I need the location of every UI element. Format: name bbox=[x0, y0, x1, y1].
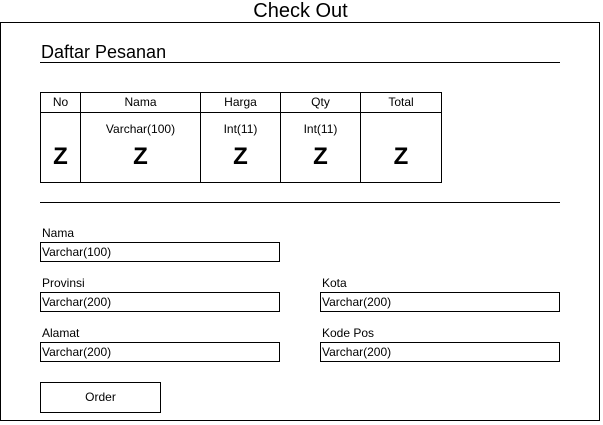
cell-placeholder-mark: Z bbox=[53, 143, 68, 170]
section-divider bbox=[40, 202, 560, 203]
order-button[interactable]: Order bbox=[40, 382, 161, 413]
kode-pos-label: Kode Pos bbox=[322, 326, 375, 340]
kota-input[interactable]: Varchar(200) bbox=[320, 292, 560, 312]
column-header-total: Total bbox=[360, 92, 442, 113]
cell-nama: Varchar(100) Z bbox=[80, 112, 201, 183]
kode-pos-input[interactable]: Varchar(200) bbox=[320, 342, 560, 362]
title-divider bbox=[40, 62, 560, 63]
cell-total: Z bbox=[360, 112, 442, 183]
table-row: Z Varchar(100) Z Int(11) Z Int(11) Z Z bbox=[40, 112, 442, 183]
column-header-no: No bbox=[40, 92, 81, 113]
cell-type: Int(11) bbox=[303, 122, 338, 136]
column-header-nama: Nama bbox=[80, 92, 201, 113]
column-header-harga: Harga bbox=[200, 92, 281, 113]
provinsi-label: Provinsi bbox=[42, 276, 85, 290]
cell-no: Z bbox=[40, 112, 81, 183]
nama-label: Nama bbox=[42, 226, 75, 240]
cell-type: Varchar(100) bbox=[105, 122, 176, 136]
cell-placeholder-mark: Z bbox=[133, 143, 148, 170]
alamat-input[interactable]: Varchar(200) bbox=[40, 342, 280, 362]
cell-placeholder-mark: Z bbox=[233, 143, 248, 170]
order-list-title: Daftar Pesanan bbox=[41, 42, 167, 62]
cell-placeholder-mark: Z bbox=[313, 143, 328, 170]
cell-placeholder-mark: Z bbox=[393, 143, 409, 170]
kota-label: Kota bbox=[322, 276, 347, 290]
cell-harga: Int(11) Z bbox=[200, 112, 281, 183]
alamat-label: Alamat bbox=[42, 326, 80, 340]
nama-input[interactable]: Varchar(100) bbox=[40, 242, 280, 262]
table-header-row: No Nama Harga Qty Total bbox=[40, 92, 442, 113]
cell-type: Int(11) bbox=[223, 122, 258, 136]
cell-qty: Int(11) Z bbox=[280, 112, 361, 183]
provinsi-input[interactable]: Varchar(200) bbox=[40, 292, 280, 312]
page-title: Check Out bbox=[253, 0, 348, 22]
column-header-qty: Qty bbox=[280, 92, 361, 113]
order-table: No Nama Harga Qty Total Z Varchar(100) Z… bbox=[40, 92, 442, 183]
